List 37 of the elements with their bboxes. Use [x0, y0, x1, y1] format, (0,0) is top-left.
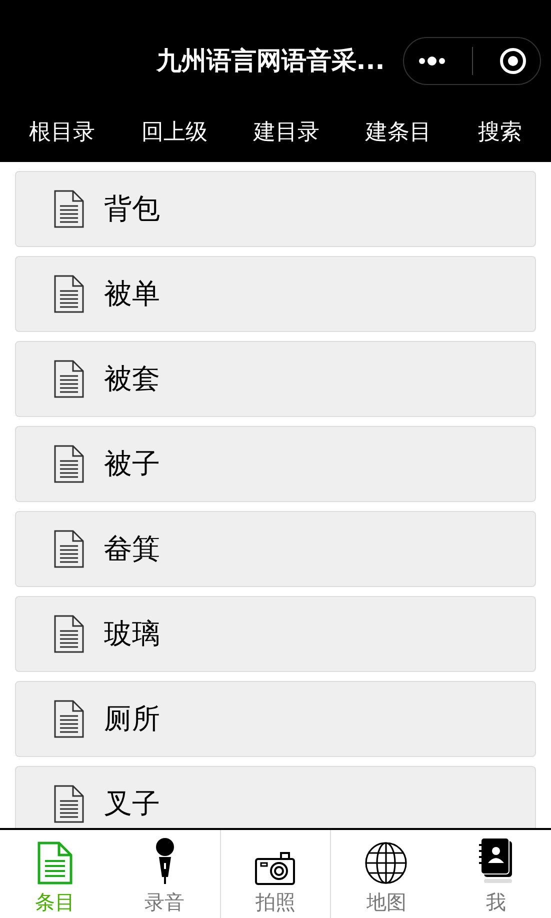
- document-icon: [54, 445, 84, 483]
- item-label: 背包: [104, 191, 160, 227]
- document-icon: [36, 841, 73, 885]
- document-icon: [54, 190, 84, 228]
- document-icon: [54, 615, 84, 653]
- item-label: 厕所: [104, 701, 160, 737]
- microphone-icon: [154, 837, 176, 885]
- toolbar-button[interactable]: 回上级: [137, 116, 212, 146]
- list-item[interactable]: 玻璃: [15, 596, 536, 672]
- list-item[interactable]: 被子: [15, 426, 536, 502]
- list-item[interactable]: 背包: [15, 171, 536, 247]
- more-icon[interactable]: [416, 55, 447, 67]
- toolbar-button[interactable]: 建目录: [249, 116, 324, 146]
- toolbar-button[interactable]: 建条目: [362, 116, 436, 146]
- list-item[interactable]: 厕所: [15, 681, 536, 757]
- contacts-book-icon: [478, 837, 514, 885]
- list-item[interactable]: 被单: [15, 256, 536, 332]
- camera-icon: [255, 851, 296, 885]
- item-label: 被套: [104, 361, 160, 397]
- list-item[interactable]: 被套: [15, 341, 536, 417]
- close-icon[interactable]: [499, 47, 528, 75]
- item-label: 被子: [104, 446, 160, 482]
- item-label: 叉子: [104, 786, 160, 822]
- document-icon: [54, 530, 84, 568]
- toolbar-button[interactable]: 搜索: [474, 116, 526, 146]
- list-item[interactable]: 叉子: [15, 766, 536, 828]
- list-item[interactable]: 畚箕: [15, 511, 536, 587]
- toolbar-button[interactable]: 根目录: [25, 116, 100, 146]
- item-label: 被单: [104, 276, 160, 312]
- globe-icon: [364, 841, 408, 885]
- window-title: 九州语言网语音采...: [156, 45, 385, 77]
- document-icon: [54, 360, 84, 398]
- item-label: 畚箕: [104, 531, 160, 567]
- item-label: 玻璃: [104, 616, 160, 652]
- document-icon: [54, 700, 84, 738]
- document-icon: [54, 785, 84, 823]
- document-icon: [54, 275, 84, 313]
